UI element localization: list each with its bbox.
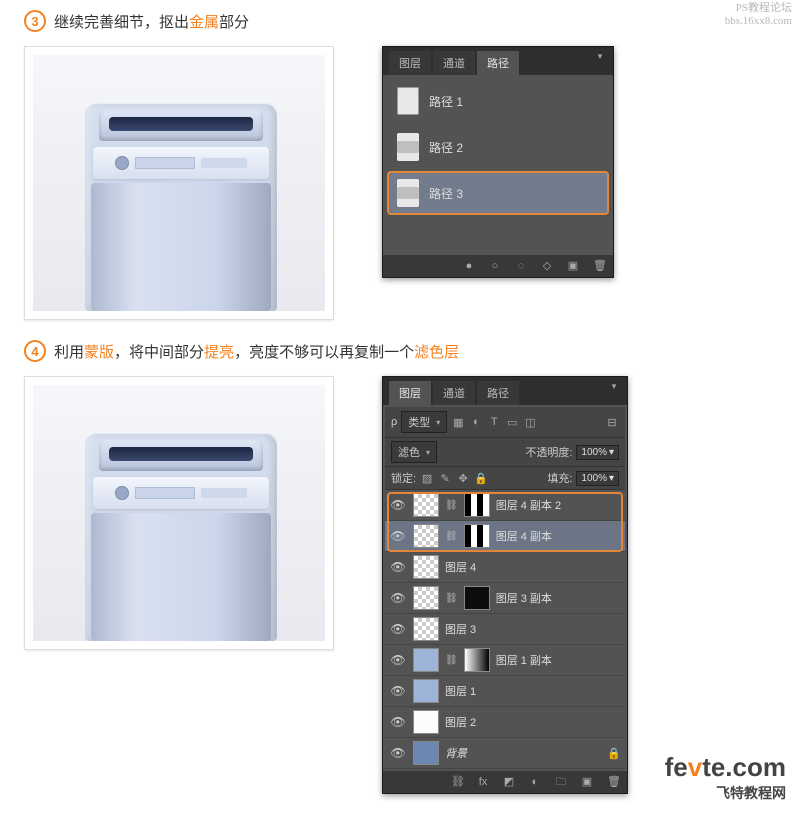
path-thumb-icon <box>397 179 419 207</box>
visibility-icon[interactable]: 👁 <box>389 498 407 512</box>
layer-thumb-icon <box>413 710 439 734</box>
lock-icon: 🔒 <box>607 747 621 760</box>
panel-menu-icon[interactable]: ▾ <box>591 51 609 61</box>
mask-thumb-icon <box>464 648 490 672</box>
path-row-1[interactable]: 路径 1 <box>387 79 609 123</box>
layer-thumb-icon <box>413 586 439 610</box>
filter-kind-select[interactable]: 类型▾ <box>401 411 447 433</box>
path-label: 路径 3 <box>429 185 463 202</box>
layer-row[interactable]: 👁 图层 4 <box>385 552 625 583</box>
step-3-heading: 3 继续完善细节，抠出金属部分 <box>24 10 776 32</box>
fill-path-icon[interactable]: ● <box>463 260 475 272</box>
layer-row[interactable]: 👁 图层 3 <box>385 614 625 645</box>
delete-layer-icon[interactable]: 🗑 <box>607 776 619 788</box>
mask-icon[interactable]: ◩ <box>503 776 515 788</box>
layer-row[interactable]: 👁 ⛓ 图层 3 副本 <box>385 583 625 614</box>
new-layer-icon[interactable]: ▣ <box>581 776 593 788</box>
filter-label: ρ <box>391 416 397 428</box>
path-label: 路径 2 <box>429 139 463 156</box>
fill-label: 填充: <box>547 470 572 486</box>
filter-smart-icon[interactable]: ◫ <box>523 415 537 429</box>
opacity-input[interactable]: 100%▾ <box>576 445 619 460</box>
filter-adjust-icon[interactable]: ◐ <box>469 415 483 429</box>
group-icon[interactable]: 🗀 <box>555 776 567 788</box>
visibility-icon[interactable]: 👁 <box>389 560 407 574</box>
tab-paths[interactable]: 路径 <box>477 51 519 75</box>
adjustment-layer-icon[interactable]: ◐ <box>529 776 541 788</box>
opacity-label: 不透明度: <box>525 444 572 460</box>
stroke-path-icon[interactable]: ○ <box>489 260 501 272</box>
layer-row[interactable]: 👁 图层 2 <box>385 707 625 738</box>
layer-thumb-icon <box>413 555 439 579</box>
paths-panel: ▾ 图层 通道 路径 路径 1 路径 2 <box>382 46 614 278</box>
lock-label: 锁定: <box>391 470 416 486</box>
mask-link-icon[interactable]: ⛓ <box>445 655 458 666</box>
lock-position-icon[interactable]: ✥ <box>456 471 470 485</box>
layer-thumb-icon <box>413 524 439 548</box>
tab-layers[interactable]: 图层 <box>389 381 431 405</box>
filter-type-icon[interactable]: T <box>487 415 501 429</box>
path-row-3[interactable]: 路径 3 <box>387 171 609 215</box>
path-thumb-icon <box>397 87 419 115</box>
lock-pixels-icon[interactable]: ✎ <box>438 471 452 485</box>
mask-thumb-icon <box>464 586 490 610</box>
mask-link-icon[interactable]: ⛓ <box>445 593 458 604</box>
tab-paths[interactable]: 路径 <box>477 381 519 405</box>
path-label: 路径 1 <box>429 93 463 110</box>
panel-menu-icon[interactable]: ▾ <box>605 381 623 391</box>
lock-transparency-icon[interactable]: ▨ <box>420 471 434 485</box>
filter-shape-icon[interactable]: ▭ <box>505 415 519 429</box>
product-image-4 <box>24 376 334 650</box>
tab-channels[interactable]: 通道 <box>433 51 475 75</box>
visibility-icon[interactable]: 👁 <box>389 684 407 698</box>
layer-thumb-icon <box>413 617 439 641</box>
step-3-number: 3 <box>24 10 46 32</box>
layer-thumb-icon <box>413 679 439 703</box>
mask-thumb-icon <box>464 524 490 548</box>
layer-thumb-icon <box>413 493 439 517</box>
step-4-number: 4 <box>24 340 46 362</box>
layers-panel: ▾ 图层 通道 路径 ρ 类型▾ ▦ ◐ T ▭ <box>382 376 628 794</box>
layer-row[interactable]: 👁 ⛓ 图层 4 副本 2 <box>385 490 625 521</box>
visibility-icon[interactable]: 👁 <box>389 591 407 605</box>
visibility-icon[interactable]: 👁 <box>389 746 407 760</box>
layer-thumb-icon <box>413 648 439 672</box>
visibility-icon[interactable]: 👁 <box>389 715 407 729</box>
filter-toggle-icon[interactable]: ⊟ <box>605 415 619 429</box>
visibility-icon[interactable]: 👁 <box>389 622 407 636</box>
new-path-icon[interactable]: ▣ <box>567 260 579 272</box>
mask-link-icon[interactable]: ⛓ <box>445 531 458 542</box>
tab-channels[interactable]: 通道 <box>433 381 475 405</box>
fill-input[interactable]: 100%▾ <box>576 471 619 486</box>
fx-icon[interactable]: fx <box>477 776 489 788</box>
link-layers-icon[interactable]: ⛓ <box>451 776 463 788</box>
layer-row[interactable]: 👁 图层 1 <box>385 676 625 707</box>
delete-path-icon[interactable]: 🗑 <box>593 260 605 272</box>
step-4-heading: 4 利用蒙版，将中间部分提亮，亮度不够可以再复制一个滤色层 <box>24 340 776 362</box>
make-path-icon[interactable]: ◇ <box>541 260 553 272</box>
mask-link-icon[interactable]: ⛓ <box>445 500 458 511</box>
path-thumb-icon <box>397 133 419 161</box>
watermark-bottom: fevte.com 飞特教程网 <box>665 752 786 803</box>
product-image-3 <box>24 46 334 320</box>
mask-thumb-icon <box>464 493 490 517</box>
visibility-icon[interactable]: 👁 <box>389 653 407 667</box>
layer-row[interactable]: 👁 背景 🔒 <box>385 738 625 769</box>
filter-pixel-icon[interactable]: ▦ <box>451 415 465 429</box>
layer-thumb-icon <box>413 741 439 765</box>
visibility-icon[interactable]: 👁 <box>389 529 407 543</box>
lock-all-icon[interactable]: 🔒 <box>474 471 488 485</box>
path-row-2[interactable]: 路径 2 <box>387 125 609 169</box>
layer-row[interactable]: 👁 ⛓ 图层 4 副本 <box>385 521 625 552</box>
tab-layers[interactable]: 图层 <box>389 51 431 75</box>
watermark-top: PS教程论坛 bbs.16xx8.com <box>725 2 792 28</box>
layer-row[interactable]: 👁 ⛓ 图层 1 副本 <box>385 645 625 676</box>
blend-mode-select[interactable]: 滤色▾ <box>391 441 437 463</box>
selection-icon[interactable]: ◌ <box>515 260 527 272</box>
